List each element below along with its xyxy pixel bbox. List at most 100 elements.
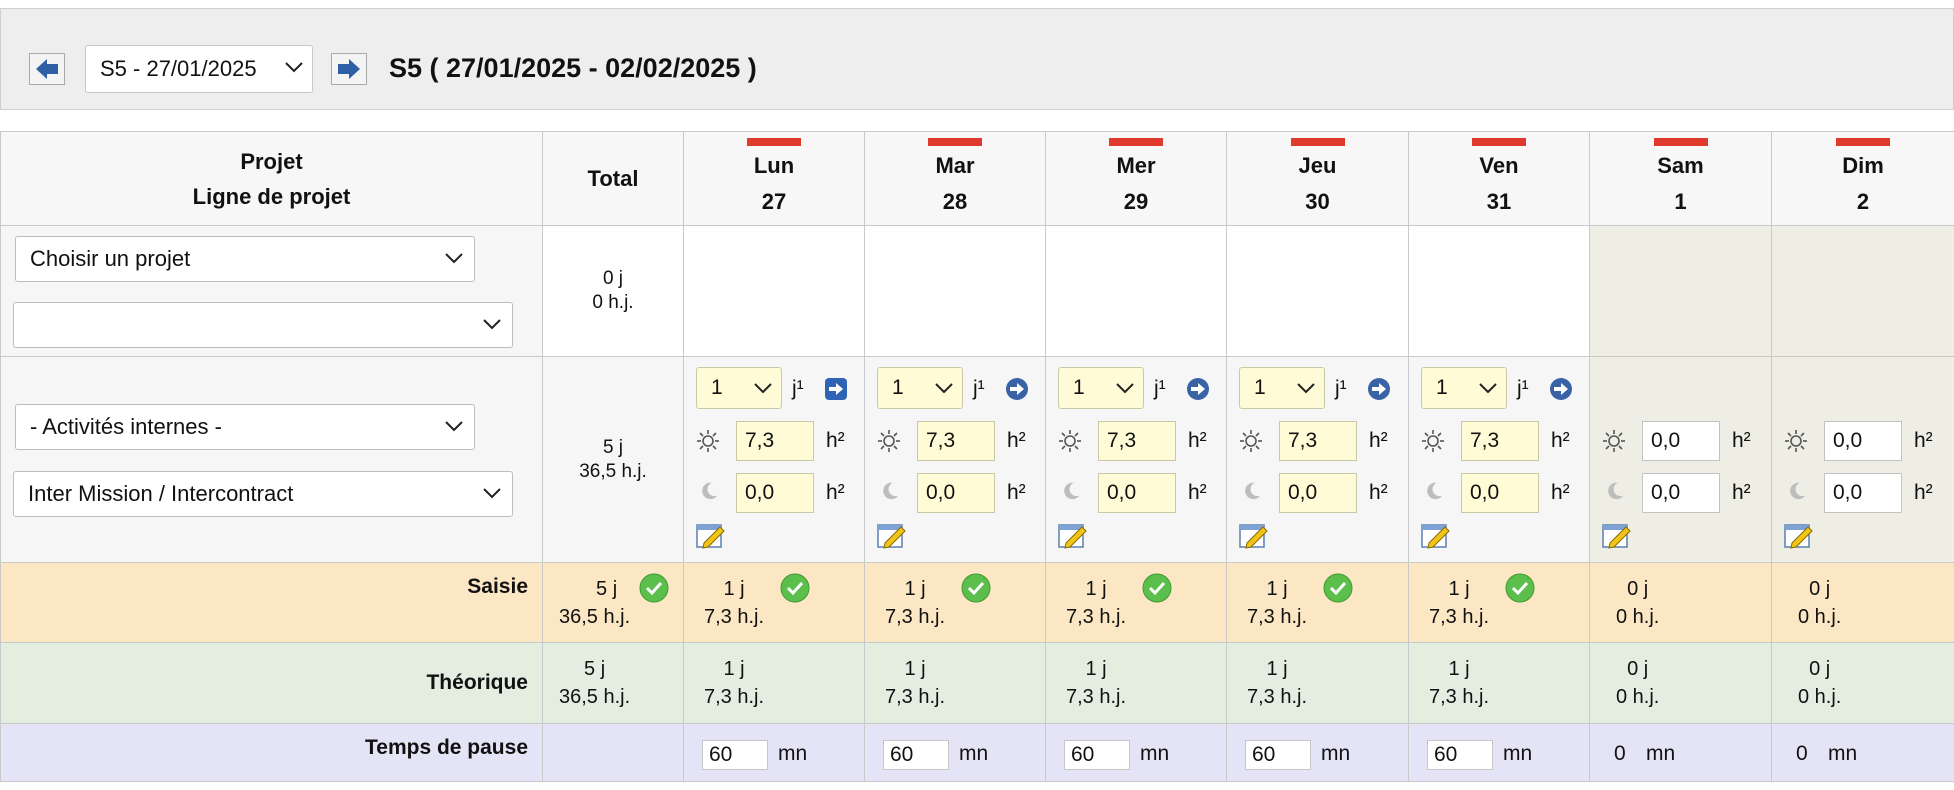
activity-line-select[interactable]: Inter Mission / Intercontract	[13, 471, 513, 517]
day-header-fri: Ven 31	[1408, 131, 1590, 226]
project-select[interactable]: Choisir un projet	[15, 236, 475, 282]
pause-input[interactable]: 60	[1064, 740, 1130, 770]
night-hours-input[interactable]: 0,0	[736, 473, 814, 513]
project-line-select[interactable]	[13, 302, 513, 348]
day-name: Mer	[1116, 152, 1156, 178]
pause-day-cell: 60 mn	[1226, 723, 1409, 782]
day-hours-input[interactable]: 7,3	[1279, 421, 1357, 461]
pause-input[interactable]: 60	[702, 740, 768, 770]
day-entry-cell: 1 j¹ 7,3 h² 0,0 h²	[1045, 356, 1227, 563]
unit-hour: h²	[1007, 429, 1026, 452]
day-hours-input[interactable]: 7,3	[1098, 421, 1176, 461]
day-count-select[interactable]: 1	[1058, 367, 1144, 409]
night-hours-input[interactable]: 0,0	[1279, 473, 1357, 513]
day-entry-cell: 1 j¹ 7,3 h² 0,0 h²	[1226, 356, 1409, 563]
night-hours-input[interactable]: 0,0	[1461, 473, 1539, 513]
check-icon	[1505, 573, 1535, 603]
day-cell[interactable]	[1045, 225, 1227, 357]
day-count-select[interactable]: 1	[1421, 367, 1507, 409]
chevron-down-icon	[445, 253, 463, 264]
next-week-button[interactable]	[331, 53, 367, 85]
copy-forward-icon[interactable]	[824, 377, 848, 401]
pause-input[interactable]: 60	[1245, 740, 1311, 770]
pause-input[interactable]: 60	[1427, 740, 1493, 770]
day-hours-input[interactable]: 0,0	[1824, 421, 1902, 461]
day-cell[interactable]	[1589, 225, 1772, 357]
arrow-left-icon	[36, 59, 58, 79]
saisie-row: Saisie 5 j 36,5 h.j. 1 j 7,3 h.j. 1 j 7,3 h…	[0, 562, 1954, 643]
night-hours-input[interactable]: 0,0	[917, 473, 995, 513]
sun-icon	[1059, 430, 1081, 452]
edit-note-icon[interactable]	[877, 521, 907, 549]
pause-unit: mn	[1646, 742, 1676, 765]
unit-hour: h²	[826, 481, 845, 504]
day-name: Lun	[753, 152, 795, 178]
day-cell[interactable]	[683, 225, 865, 357]
day-cell[interactable]	[864, 225, 1046, 357]
sun-icon	[1603, 430, 1625, 452]
day-hours-input[interactable]: 7,3	[917, 421, 995, 461]
edit-note-icon[interactable]	[1784, 521, 1814, 549]
saisie-hours: 0 h.j.	[1798, 606, 1842, 628]
chevron-down-icon	[285, 62, 303, 73]
week-select[interactable]: S5 - 27/01/2025	[85, 45, 313, 93]
day-hours-input[interactable]: 0,0	[1642, 421, 1720, 461]
saisie-day-cell: 1 j 7,3 h.j.	[1408, 562, 1590, 643]
day-hours-input[interactable]: 7,3	[736, 421, 814, 461]
total-days: 5 j	[602, 436, 624, 458]
day-header-tue: Mar 28	[864, 131, 1046, 226]
unit-hour: h²	[1007, 481, 1026, 504]
day-count-select[interactable]: 1	[696, 367, 782, 409]
day-cell[interactable]	[1226, 225, 1409, 357]
new-project-total: 0 j 0 h.j.	[542, 225, 684, 357]
pause-input[interactable]: 60	[883, 740, 949, 770]
saisie-days: 1 j	[1266, 578, 1288, 600]
theorique-hours: 0 h.j.	[1798, 686, 1842, 708]
moon-icon	[1427, 482, 1443, 500]
edit-note-icon[interactable]	[1058, 521, 1088, 549]
unit-hour: h²	[1188, 429, 1207, 452]
saisie-total-hours: 36,5 h.j.	[559, 606, 631, 628]
edit-note-icon[interactable]	[1602, 521, 1632, 549]
unit-day: j¹	[1335, 377, 1347, 400]
copy-forward-icon[interactable]	[1549, 377, 1573, 401]
saisie-day-cell: 1 j 7,3 h.j.	[1045, 562, 1227, 643]
night-hours-input[interactable]: 0,0	[1642, 473, 1720, 513]
day-entry-cell: 1 j¹ 7,3 h² 0,0 h²	[1408, 356, 1590, 563]
previous-week-button[interactable]	[29, 53, 65, 85]
pause-value: 0	[1614, 742, 1626, 765]
moon-icon	[1245, 482, 1261, 500]
copy-forward-icon[interactable]	[1186, 377, 1210, 401]
edit-note-icon[interactable]	[1239, 521, 1269, 549]
week-select-value: S5 - 27/01/2025	[100, 56, 257, 81]
theorique-days: 1 j	[1448, 658, 1470, 680]
check-icon	[961, 573, 991, 603]
theorique-day-cell: 1 j 7,3 h.j.	[1045, 642, 1227, 724]
copy-forward-icon[interactable]	[1367, 377, 1391, 401]
copy-forward-icon[interactable]	[1005, 377, 1029, 401]
check-icon	[1142, 573, 1172, 603]
unit-day: j¹	[792, 377, 804, 400]
edit-note-icon[interactable]	[696, 521, 726, 549]
unit-hour: h²	[1551, 481, 1570, 504]
saisie-total-days: 5 j	[596, 578, 618, 600]
saisie-days: 1 j	[1448, 578, 1470, 600]
week-title: S5 ( 27/01/2025 - 02/02/2025 )	[389, 53, 757, 83]
new-project-row: Choisir un projet 0 j 0 h.j.	[0, 225, 1954, 357]
activity-project-select[interactable]: - Activités internes -	[15, 404, 475, 450]
pause-unit: mn	[1140, 742, 1170, 765]
day-count-select[interactable]: 1	[877, 367, 963, 409]
arrow-right-icon	[338, 59, 360, 79]
total-hours: 0 h.j.	[592, 292, 634, 313]
day-count-select[interactable]: 1	[1239, 367, 1325, 409]
night-hours-input[interactable]: 0,0	[1824, 473, 1902, 513]
night-hours-input[interactable]: 0,0	[1098, 473, 1176, 513]
day-cell[interactable]	[1771, 225, 1954, 357]
edit-note-icon[interactable]	[1421, 521, 1451, 549]
day-hours-input[interactable]: 7,3	[1461, 421, 1539, 461]
activity-project-value: - Activités internes -	[30, 414, 222, 439]
chevron-down-icon	[1297, 383, 1315, 394]
theorique-total-days: 5 j	[584, 658, 606, 680]
day-cell[interactable]	[1408, 225, 1590, 357]
day-number: 2	[1856, 188, 1870, 214]
